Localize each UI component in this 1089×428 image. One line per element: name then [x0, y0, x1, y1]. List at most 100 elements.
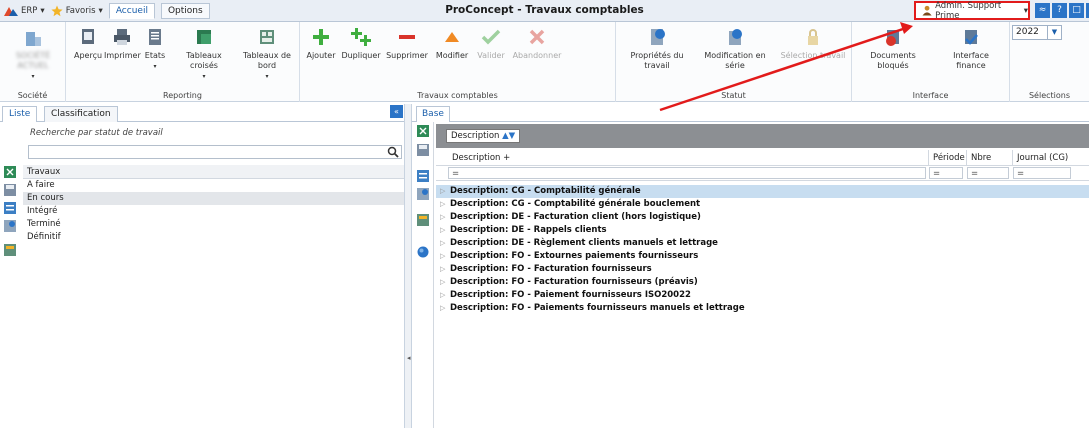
expand-icon[interactable]: ▷ [440, 198, 450, 211]
interface-finance-button[interactable]: Interface finance [940, 26, 1002, 71]
tableaux-de-bord-button[interactable]: Tableaux de bord ▾ [236, 26, 298, 82]
expand-icon[interactable]: ▷ [440, 263, 450, 276]
filter-nbre-documents[interactable]: = [967, 167, 1009, 179]
lock-icon [808, 29, 818, 45]
chevron-down-icon[interactable]: ▼ [1047, 26, 1061, 39]
year-select[interactable]: 2022 ▼ [1012, 25, 1062, 40]
table-row[interactable]: ▷ Description: FO - Paiements fournisseur… [436, 302, 1089, 315]
filter-icon[interactable] [4, 220, 16, 232]
table-row[interactable]: ▷ Description: FO - Facturation fournisse… [436, 263, 1089, 276]
ribbon-toggle-button[interactable]: ≈ [1035, 3, 1050, 18]
right-panel-tabs: Base [412, 104, 1089, 122]
ribbon-group-reporting: Aperçu Imprimer Etats ▾ Tableaux croisés… [66, 22, 300, 102]
export-icon[interactable] [4, 244, 16, 256]
documents-bloques-button[interactable]: Documents bloqués [862, 26, 924, 71]
save-icon[interactable] [4, 184, 16, 196]
search-icon[interactable] [387, 146, 399, 158]
filter-description[interactable]: = [448, 167, 926, 179]
tableaux-croises-label: Tableaux croisés [186, 51, 222, 70]
grid-view-icon[interactable] [417, 170, 429, 182]
company-selector-button[interactable]: SOCIÉTÉ ACTUEL ▾ [6, 26, 60, 82]
selection-travail-button[interactable]: Sélection travail [780, 26, 846, 61]
dropdown-icon[interactable]: ▼ [509, 131, 516, 141]
table-row[interactable]: ▷ Description: DE - Règlement clients man… [436, 237, 1089, 250]
header-description[interactable]: Description + [448, 150, 928, 166]
table-row[interactable]: ▷ Description: FO - Facturation fournisse… [436, 276, 1089, 289]
filter-periode[interactable]: = [929, 167, 963, 179]
table-row[interactable]: ▷ Description: DE - Rappels clients [436, 224, 1089, 237]
collapse-panel-button[interactable]: « [390, 105, 403, 118]
supprimer-button[interactable]: Supprimer [384, 26, 430, 61]
filter-journal-cg[interactable]: = [1013, 167, 1071, 179]
grid-header-row: Description + Période Nbre docu... Journ… [436, 150, 1089, 179]
group-label-selections: Sélections [1028, 91, 1071, 100]
chevron-down-icon: ▾ [153, 63, 157, 70]
panel-splitter[interactable]: ◂ [404, 104, 412, 428]
documents-bloques-label: Documents bloqués [870, 51, 916, 70]
abandonner-label: Abandonner [512, 51, 562, 60]
tableaux-croises-button[interactable]: Tableaux croisés ▾ [172, 26, 236, 82]
status-item-en-cours[interactable]: En cours [23, 192, 404, 205]
supprimer-label: Supprimer [386, 51, 428, 60]
etats-button[interactable]: Etats ▾ [142, 26, 168, 72]
help-button[interactable]: ? [1052, 3, 1067, 18]
status-item-a-faire[interactable]: A faire [23, 179, 404, 192]
modifier-button[interactable]: Modifier [432, 26, 472, 61]
header-nbre-documents[interactable]: Nbre docu... [966, 150, 1012, 179]
cancel-x-icon [529, 29, 545, 45]
abandonner-button[interactable]: Abandonner [510, 26, 564, 61]
ajouter-button[interactable]: Ajouter [304, 26, 338, 61]
proprietes-travail-label: Propriétés du travail [630, 51, 684, 70]
filter-row: = = = = [436, 166, 1089, 181]
maximize-button[interactable]: □ [1069, 3, 1084, 18]
tab-classification[interactable]: Classification [44, 106, 118, 122]
user-menu[interactable]: Admin. Support Prime ▾ [914, 1, 1030, 21]
tab-base[interactable]: Base [416, 106, 450, 122]
table-row[interactable]: ▷ Description: DE - Facturation client (h… [436, 211, 1089, 224]
list-view-icon[interactable] [4, 202, 16, 214]
proprietes-travail-button[interactable]: Propriétés du travail [622, 26, 692, 71]
table-row[interactable]: ▷ Description: CG - Comptabilité générale [436, 185, 1089, 198]
expand-icon[interactable]: ▷ [440, 211, 450, 224]
expand-icon[interactable]: ▷ [440, 224, 450, 237]
properties-icon[interactable] [417, 188, 429, 200]
properties-icon [651, 29, 665, 45]
expand-icon[interactable]: ▷ [440, 185, 450, 198]
excel-export-icon[interactable] [417, 125, 429, 137]
table-row[interactable]: ▷ Description: FO - Paiement fournisseurs… [436, 289, 1089, 302]
save-layout-icon[interactable] [417, 144, 429, 156]
status-item-definitif[interactable]: Définitif [23, 231, 404, 244]
group-chip-description[interactable]: Description ▲▼ [446, 129, 521, 143]
status-item-integre[interactable]: Intégré [23, 205, 404, 218]
dupliquer-button[interactable]: Dupliquer [340, 26, 382, 61]
valider-button[interactable]: Valider [474, 26, 508, 61]
user-icon [922, 5, 932, 16]
group-by-bar: Description ▲▼ [436, 124, 1089, 148]
header-periode[interactable]: Période [928, 150, 966, 166]
expand-icon[interactable]: ▷ [440, 276, 450, 289]
expand-icon[interactable]: ▷ [440, 289, 450, 302]
splitter-grip-icon[interactable]: ◂ [407, 354, 411, 362]
preview-icon [82, 29, 94, 44]
expand-icon[interactable]: ▷ [440, 237, 450, 250]
apercu-button[interactable]: Aperçu [74, 26, 102, 61]
batch-edit-icon [729, 29, 742, 45]
search-input[interactable] [28, 145, 402, 159]
header-journal-cg[interactable]: Journal (CG) [1012, 150, 1074, 166]
excel-export-icon[interactable] [4, 166, 16, 178]
expand-icon[interactable]: ▷ [440, 302, 450, 315]
tab-liste[interactable]: Liste [2, 106, 38, 122]
modification-serie-button[interactable]: Modification en série [700, 26, 770, 71]
table-row[interactable]: ▷ Description: FO - Extournes paiements f… [436, 250, 1089, 263]
table-row[interactable]: ▷ Description: CG - Comptabilité générale… [436, 198, 1089, 211]
status-item-termine[interactable]: Terminé [23, 218, 404, 231]
imprimer-button[interactable]: Imprimer [104, 26, 141, 61]
status-list-header: Travaux [23, 165, 404, 179]
expand-icon[interactable]: ▷ [440, 250, 450, 263]
globe-icon[interactable] [417, 246, 429, 258]
row-description: Description: DE - Règlement clients manu… [450, 238, 718, 248]
left-panel-tabs: Liste Classification [0, 104, 404, 122]
finance-interface-icon [965, 30, 978, 45]
check-icon [481, 29, 501, 45]
export-icon[interactable] [417, 214, 429, 226]
